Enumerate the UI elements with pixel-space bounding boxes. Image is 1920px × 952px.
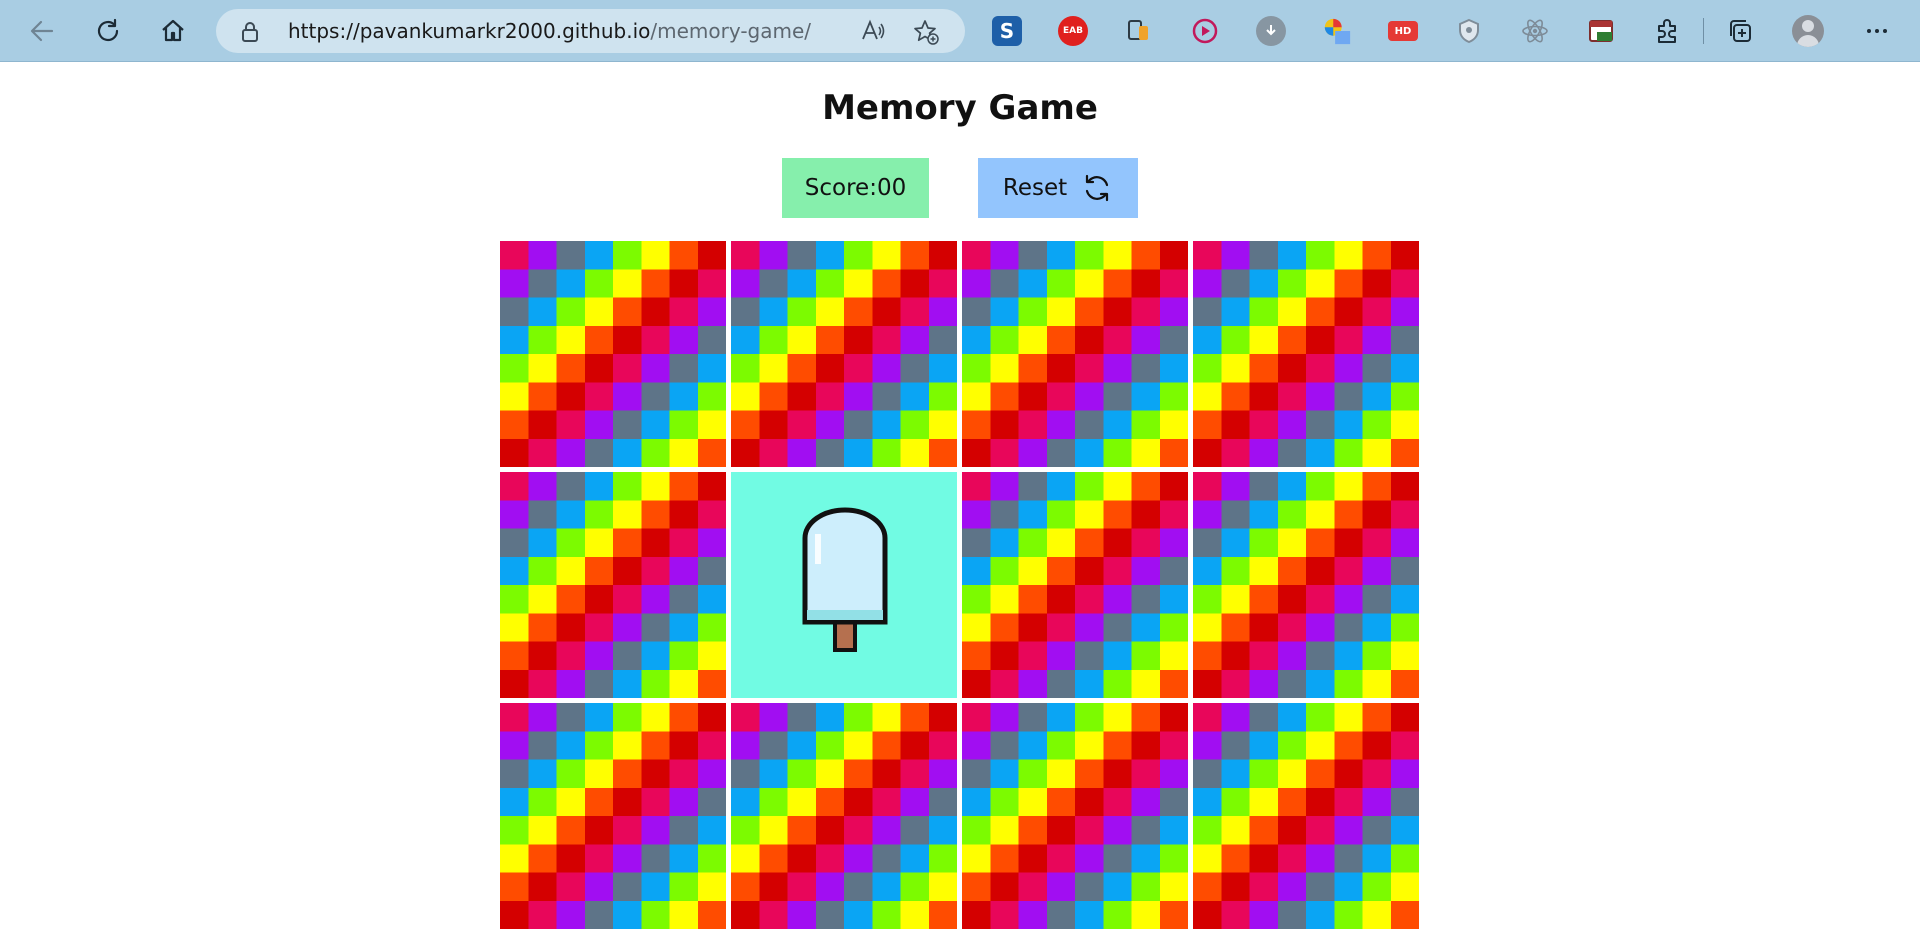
card-back-pattern bbox=[962, 472, 1188, 698]
react-devtools-extension-icon[interactable] bbox=[1520, 16, 1550, 46]
card-back-pattern bbox=[500, 472, 726, 698]
url-host: https://pavankumarkr2000.github.io bbox=[288, 19, 651, 43]
video-player-extension-icon[interactable] bbox=[1190, 16, 1220, 46]
card-back-pattern bbox=[731, 241, 957, 467]
reset-label: Reset bbox=[1002, 175, 1068, 201]
color-picker-extension-icon[interactable] bbox=[1322, 16, 1352, 46]
memory-card[interactable] bbox=[962, 472, 1188, 698]
collections-icon[interactable] bbox=[1725, 16, 1755, 46]
toolbar-separator bbox=[1703, 18, 1704, 44]
card-back-pattern bbox=[962, 703, 1188, 929]
url-path: /memory-game/ bbox=[650, 19, 812, 43]
read-aloud-icon[interactable] bbox=[860, 19, 886, 47]
hd-extension-icon[interactable]: HD bbox=[1388, 21, 1418, 41]
popsicle-icon bbox=[802, 507, 888, 652]
extensions-puzzle-icon[interactable] bbox=[1652, 16, 1682, 46]
memory-card[interactable] bbox=[962, 241, 1188, 467]
card-back-pattern bbox=[1193, 241, 1419, 467]
lock-icon[interactable] bbox=[240, 21, 260, 47]
memory-card[interactable] bbox=[500, 703, 726, 929]
memory-card-revealed[interactable] bbox=[731, 472, 957, 698]
back-arrow-icon[interactable] bbox=[26, 15, 58, 47]
favorite-add-icon[interactable] bbox=[913, 19, 939, 49]
card-grid bbox=[500, 241, 1419, 929]
memory-card[interactable] bbox=[500, 241, 726, 467]
more-options-icon[interactable] bbox=[1862, 16, 1892, 46]
card-back-pattern bbox=[731, 703, 957, 929]
url-text[interactable]: https://pavankumarkr2000.github.io/memor… bbox=[288, 9, 811, 53]
card-back-pattern bbox=[500, 703, 726, 929]
memory-card[interactable] bbox=[731, 241, 957, 467]
memory-card[interactable] bbox=[1193, 472, 1419, 698]
card-back-pattern bbox=[1193, 703, 1419, 929]
page-title: Memory Game bbox=[822, 88, 1098, 128]
card-back-pattern bbox=[500, 241, 726, 467]
score-display: Score:00 bbox=[782, 158, 929, 218]
card-back-pattern bbox=[962, 241, 1188, 467]
profile-avatar[interactable] bbox=[1792, 15, 1824, 47]
window-extension-icon[interactable] bbox=[1124, 16, 1154, 46]
eab-extension-icon[interactable]: EAB bbox=[1058, 16, 1088, 46]
card-back-pattern bbox=[1193, 472, 1419, 698]
download-extension-icon[interactable] bbox=[1256, 16, 1286, 46]
memory-card[interactable] bbox=[962, 703, 1188, 929]
reset-button[interactable]: Reset bbox=[978, 158, 1138, 218]
refresh-icon[interactable] bbox=[92, 15, 124, 47]
memory-card[interactable] bbox=[500, 472, 726, 698]
s-extension-icon[interactable]: S bbox=[992, 16, 1022, 46]
memory-card[interactable] bbox=[1193, 703, 1419, 929]
home-icon[interactable] bbox=[157, 15, 189, 47]
memory-card[interactable] bbox=[1193, 241, 1419, 467]
memory-card[interactable] bbox=[731, 703, 957, 929]
shield-extension-icon[interactable] bbox=[1454, 16, 1484, 46]
calendar-extension-icon[interactable] bbox=[1586, 16, 1616, 46]
browser-toolbar: https://pavankumarkr2000.github.io/memor… bbox=[0, 0, 1920, 62]
address-bar[interactable]: https://pavankumarkr2000.github.io/memor… bbox=[216, 9, 965, 53]
refresh-icon bbox=[1086, 174, 1109, 202]
